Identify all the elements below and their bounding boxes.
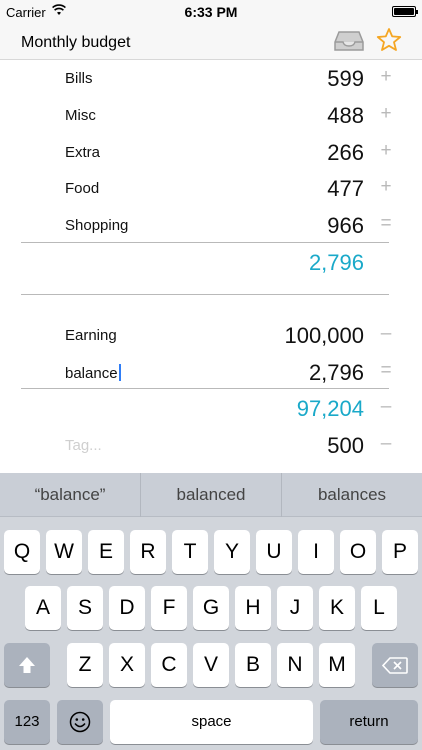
item-value: 100,000: [284, 323, 364, 348]
emoji-key[interactable]: [57, 700, 103, 744]
key-f[interactable]: F: [151, 586, 187, 630]
key-v[interactable]: V: [193, 643, 229, 687]
item-label: Extra: [65, 144, 101, 161]
list-item[interactable]: Bills 599 +: [0, 60, 422, 97]
key-z[interactable]: Z: [67, 643, 103, 687]
list-item-editing[interactable]: balance 2,796 =: [0, 354, 422, 391]
item-label-text: balance: [65, 365, 118, 382]
space-key[interactable]: space: [110, 700, 313, 744]
key-m[interactable]: M: [319, 643, 355, 687]
subtotal-row: 2,796: [0, 244, 422, 281]
star-icon[interactable]: [376, 27, 402, 53]
key-j[interactable]: J: [277, 586, 313, 630]
key-q[interactable]: Q: [4, 530, 40, 574]
key-p[interactable]: P: [382, 530, 418, 574]
item-label: Bills: [65, 70, 93, 87]
key-l[interactable]: L: [361, 586, 397, 630]
operator-button[interactable]: +: [378, 66, 394, 88]
key-o[interactable]: O: [340, 530, 376, 574]
key-k[interactable]: K: [319, 586, 355, 630]
item-label-input[interactable]: balance: [65, 364, 121, 382]
battery-fill: [394, 8, 414, 15]
key-t[interactable]: T: [172, 530, 208, 574]
shift-key[interactable]: [4, 643, 50, 687]
key-a[interactable]: A: [25, 586, 61, 630]
key-r[interactable]: R: [130, 530, 166, 574]
item-label: Earning: [65, 327, 117, 344]
key-h[interactable]: H: [235, 586, 271, 630]
key-s[interactable]: S: [67, 586, 103, 630]
delete-key[interactable]: [372, 643, 418, 687]
key-e[interactable]: E: [88, 530, 124, 574]
battery-icon: [392, 6, 418, 17]
operator-button[interactable]: +: [378, 176, 394, 198]
operator-button[interactable]: +: [378, 140, 394, 162]
list-item[interactable]: Food 477 +: [0, 170, 422, 207]
sum-divider: [21, 388, 389, 389]
tag-placeholder[interactable]: Tag...: [65, 437, 102, 454]
item-label: Shopping: [65, 217, 129, 234]
key-c[interactable]: C: [151, 643, 187, 687]
emoji-icon: [69, 711, 91, 733]
item-value: 966: [327, 213, 364, 238]
item-value: 599: [327, 66, 364, 91]
key-w[interactable]: W: [46, 530, 82, 574]
operator-button[interactable]: –: [378, 433, 394, 455]
status-bar: Carrier 6:33 PM: [0, 0, 422, 24]
return-key[interactable]: return: [320, 700, 418, 744]
suggestion-bar: “balance” balanced balances: [0, 473, 422, 517]
operator-button[interactable]: +: [378, 103, 394, 125]
item-value: 2,796: [308, 360, 364, 385]
key-i[interactable]: I: [298, 530, 334, 574]
key-y[interactable]: Y: [214, 530, 250, 574]
item-label: Misc: [65, 107, 96, 124]
operator-button[interactable]: –: [378, 323, 394, 345]
key-u[interactable]: U: [256, 530, 292, 574]
subtotal-value: 97,204: [296, 396, 364, 421]
operator-button[interactable]: =: [378, 360, 394, 382]
clock: 6:33 PM: [184, 4, 238, 20]
item-value: 477: [327, 176, 364, 201]
suggestion-item[interactable]: “balance”: [0, 473, 140, 517]
page-title: Monthly budget: [21, 34, 131, 51]
suggestion-item[interactable]: balanced: [140, 473, 281, 517]
list-item[interactable]: Shopping 966 =: [0, 207, 422, 244]
delete-icon: [381, 657, 408, 674]
key-g[interactable]: G: [193, 586, 229, 630]
sum-divider: [21, 242, 389, 243]
nav-bar: Monthly budget: [0, 24, 422, 60]
subtotal-row: 97,204 –: [0, 390, 422, 427]
suggestion-item[interactable]: balances: [281, 473, 422, 517]
list-item[interactable]: Earning 100,000 –: [0, 317, 422, 354]
subtotal-value: 2,796: [308, 250, 364, 275]
shift-icon: [19, 657, 35, 673]
key-x[interactable]: X: [109, 643, 145, 687]
list-item[interactable]: Misc 488 +: [0, 97, 422, 134]
key-b[interactable]: B: [235, 643, 271, 687]
inbox-tray-icon[interactable]: [333, 29, 365, 53]
list-item[interactable]: Extra 266 +: [0, 134, 422, 171]
operator-button[interactable]: –: [378, 396, 394, 418]
key-n[interactable]: N: [277, 643, 313, 687]
item-value: 488: [327, 103, 364, 128]
item-label: Food: [65, 180, 100, 197]
keyboard: “balance” balanced balances Q W E R T Y …: [0, 473, 422, 750]
list-item[interactable]: Tag... 500 –: [0, 427, 422, 464]
numbers-key[interactable]: 123: [4, 700, 50, 744]
key-d[interactable]: D: [109, 586, 145, 630]
item-value: 266: [327, 140, 364, 165]
section-divider: [21, 294, 389, 295]
text-cursor: [118, 364, 121, 381]
item-value: 500: [327, 433, 364, 458]
operator-button[interactable]: =: [378, 213, 394, 235]
